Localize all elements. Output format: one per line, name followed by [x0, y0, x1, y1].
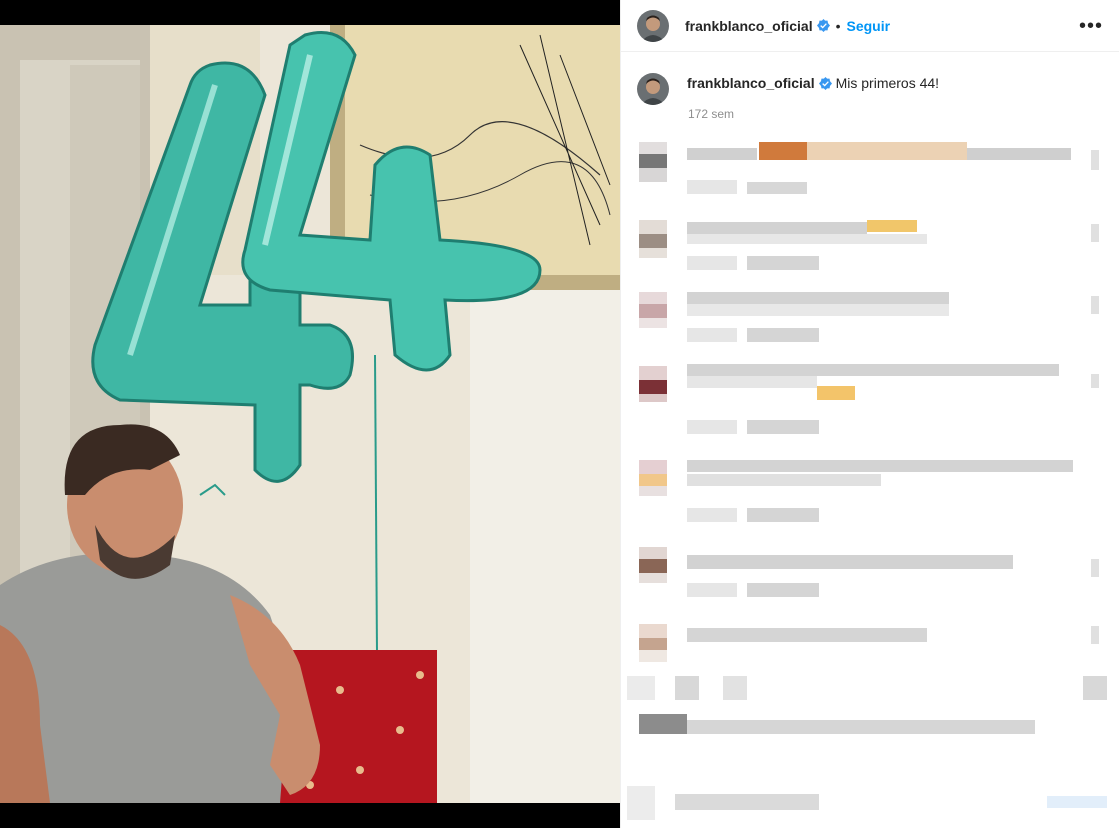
more-options-icon[interactable]: •••	[1079, 16, 1103, 36]
username-link[interactable]: frankblanco_oficial	[685, 18, 813, 34]
redacted-comment	[639, 458, 1099, 538]
redacted-comment	[639, 545, 1105, 605]
redacted-comment	[639, 290, 1105, 350]
separator-dot: •	[835, 17, 841, 34]
post-side-panel: frankblanco_oficial • Seguir ••• frankbl…	[620, 0, 1119, 828]
redacted-comment	[627, 784, 1107, 824]
post-header: frankblanco_oficial • Seguir •••	[621, 0, 1119, 52]
post-timestamp[interactable]: 172 sem	[688, 107, 734, 121]
caption-username-link[interactable]: frankblanco_oficial	[687, 75, 815, 91]
avatar[interactable]	[637, 9, 669, 42]
follow-button[interactable]: Seguir	[847, 18, 891, 34]
verified-badge-icon	[816, 19, 830, 32]
caption: frankblanco_oficial Mis primeros 44!	[637, 73, 1103, 105]
post-photo	[0, 25, 620, 803]
caption-avatar[interactable]	[637, 73, 669, 105]
verified-badge-icon	[818, 77, 832, 90]
caption-text: Mis primeros 44!	[835, 75, 940, 91]
redacted-comment	[639, 140, 1105, 200]
redacted-comment	[639, 620, 1105, 680]
redacted-comment	[639, 362, 1105, 442]
redacted-comment	[627, 676, 1107, 736]
redacted-comment	[639, 218, 1105, 278]
